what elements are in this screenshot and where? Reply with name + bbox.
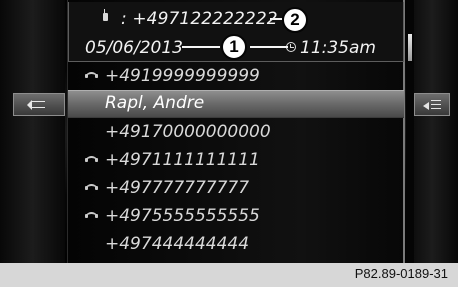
back-arrow-icon bbox=[27, 100, 45, 110]
detail-time: 11:35am bbox=[300, 38, 376, 58]
mobile-phone-icon bbox=[103, 9, 108, 21]
call-list-display: : +497122222222 05/06/2013 11:35am 1 2 +… bbox=[0, 0, 458, 263]
telephone-handset-icon bbox=[85, 184, 98, 191]
call-list-item-6-number[interactable]: +4975555555555 bbox=[105, 206, 260, 226]
call-list-item-1-number[interactable]: +4919999999999 bbox=[105, 66, 260, 86]
scrollbar-thumb[interactable] bbox=[408, 34, 412, 61]
image-code-label: P82.89-0189-31 bbox=[354, 266, 448, 281]
telephone-handset-icon bbox=[85, 156, 98, 163]
screen: : +497122222222 05/06/2013 11:35am 1 2 +… bbox=[0, 0, 458, 287]
call-list-item-5-number[interactable]: +497777777777 bbox=[105, 178, 249, 198]
detail-date: 05/06/2013 bbox=[85, 38, 183, 58]
callout-1-line-left bbox=[182, 46, 220, 48]
back-button[interactable] bbox=[13, 93, 65, 116]
call-list-item-7-number[interactable]: +497444444444 bbox=[105, 234, 249, 254]
telephone-handset-icon bbox=[85, 72, 98, 79]
call-list-item-3-number[interactable]: +49170000000000 bbox=[105, 122, 271, 142]
left-panel bbox=[0, 0, 65, 263]
callout-1-marker: 1 bbox=[221, 34, 247, 60]
selected-contact-name[interactable]: Rapl, Andre bbox=[105, 93, 204, 113]
callout-2-marker: 2 bbox=[282, 7, 308, 33]
detail-phone-number: : +497122222222 bbox=[121, 9, 278, 29]
options-menu-icon bbox=[423, 100, 441, 112]
options-button[interactable] bbox=[414, 93, 450, 116]
callout-1-line-right bbox=[250, 46, 288, 48]
telephone-handset-icon bbox=[85, 212, 98, 219]
callout-2-line bbox=[270, 18, 282, 20]
call-list-item-4-number[interactable]: +4971111111111 bbox=[105, 150, 260, 170]
